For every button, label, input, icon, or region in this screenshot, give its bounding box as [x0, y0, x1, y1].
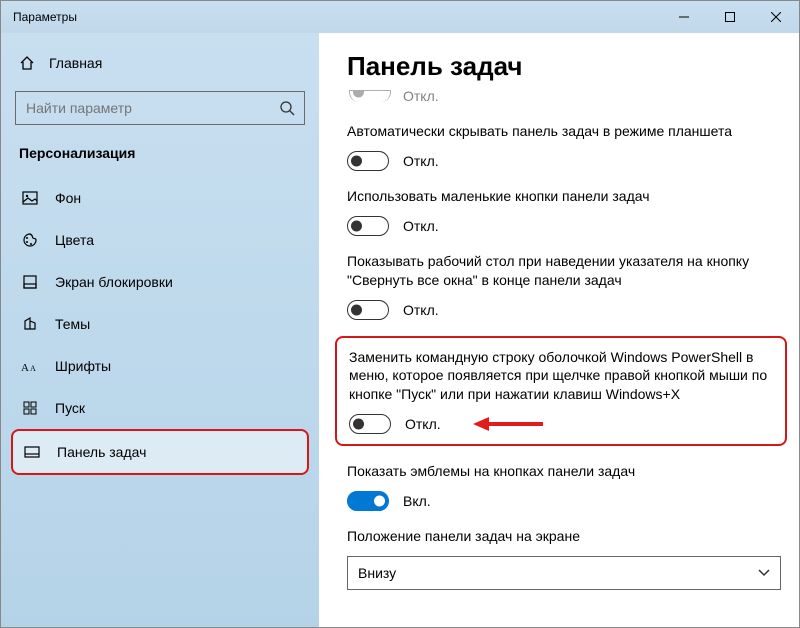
setting-powershell: Заменить командную строку оболочкой Wind… — [349, 348, 773, 435]
setting-position: Положение панели задач на экране Внизу — [347, 527, 781, 590]
picture-icon — [21, 189, 39, 207]
setting-badges: Показать эмблемы на кнопках панели задач… — [347, 462, 781, 511]
search-field[interactable] — [16, 100, 270, 116]
home-label: Главная — [49, 55, 102, 71]
search-icon — [270, 100, 304, 116]
lockscreen-icon — [21, 273, 39, 291]
window-title: Параметры — [1, 10, 77, 24]
home-icon — [19, 55, 35, 71]
nav-label: Темы — [55, 316, 90, 332]
dropdown-value: Внизу — [358, 565, 396, 581]
setting-autohide-tablet: Автоматически скрывать панель задач в ре… — [347, 122, 781, 171]
annotation-arrow-icon — [473, 415, 543, 433]
content-area: Панель задач Откл. Автоматически скрыват… — [319, 33, 799, 627]
taskbar-icon — [23, 443, 41, 461]
minimize-button[interactable] — [661, 1, 707, 33]
nav-label: Шрифты — [55, 358, 111, 374]
toggle-switch[interactable] — [347, 300, 389, 320]
nav-label: Экран блокировки — [55, 274, 173, 290]
settings-window: Параметры Главная Пе — [0, 0, 800, 628]
palette-icon — [21, 231, 39, 249]
nav-label: Пуск — [55, 400, 85, 416]
setting-label: Положение панели задач на экране — [347, 527, 781, 546]
sidebar-item-themes[interactable]: Темы — [11, 303, 309, 345]
toggle-switch[interactable] — [349, 414, 391, 434]
toggle-switch[interactable] — [347, 216, 389, 236]
nav-label: Цвета — [55, 232, 94, 248]
fonts-icon: AA — [21, 357, 39, 375]
close-button[interactable] — [753, 1, 799, 33]
maximize-button[interactable] — [707, 1, 753, 33]
sidebar-item-taskbar[interactable]: Панель задач — [11, 429, 309, 475]
highlighted-setting: Заменить командную строку оболочкой Wind… — [335, 336, 787, 447]
sidebar-item-background[interactable]: Фон — [11, 177, 309, 219]
setting-label: Показывать рабочий стол при наведении ук… — [347, 252, 781, 290]
setting-label: Автоматически скрывать панель задач в ре… — [347, 122, 781, 141]
setting-small-buttons: Использовать маленькие кнопки панели зад… — [347, 187, 781, 236]
sidebar-item-fonts[interactable]: AA Шрифты — [11, 345, 309, 387]
svg-text:A: A — [30, 364, 36, 373]
page-title: Панель задач — [347, 51, 781, 82]
setting-show-desktop: Показывать рабочий стол при наведении ук… — [347, 252, 781, 320]
start-icon — [21, 399, 39, 417]
setting-label: Показать эмблемы на кнопках панели задач — [347, 462, 781, 481]
sidebar-item-start[interactable]: Пуск — [11, 387, 309, 429]
svg-text:A: A — [21, 362, 29, 373]
chevron-down-icon — [758, 569, 770, 577]
toggle-state: Откл. — [403, 153, 439, 169]
sidebar-item-lockscreen[interactable]: Экран блокировки — [11, 261, 309, 303]
toggle-switch[interactable] — [347, 151, 389, 171]
truncated-setting: Откл. — [347, 88, 781, 104]
toggle-state: Откл. — [403, 218, 439, 234]
titlebar: Параметры — [1, 1, 799, 33]
toggle-state: Вкл. — [403, 493, 431, 509]
toggle-switch[interactable] — [349, 90, 391, 102]
toggle-state: Откл. — [403, 302, 439, 318]
themes-icon — [21, 315, 39, 333]
toggle-switch[interactable] — [347, 491, 389, 511]
sidebar-item-colors[interactable]: Цвета — [11, 219, 309, 261]
home-nav[interactable]: Главная — [11, 47, 309, 79]
toggle-state: Откл. — [403, 88, 439, 104]
setting-label: Заменить командную строку оболочкой Wind… — [349, 348, 773, 405]
nav-label: Фон — [55, 190, 81, 206]
toggle-state: Откл. — [405, 416, 441, 432]
setting-label: Использовать маленькие кнопки панели зад… — [347, 187, 781, 206]
search-input[interactable] — [15, 91, 305, 125]
category-label: Персонализация — [11, 145, 309, 177]
position-dropdown[interactable]: Внизу — [347, 556, 781, 590]
sidebar: Главная Персонализация Фон Цвета — [1, 33, 319, 627]
nav-label: Панель задач — [57, 444, 146, 460]
